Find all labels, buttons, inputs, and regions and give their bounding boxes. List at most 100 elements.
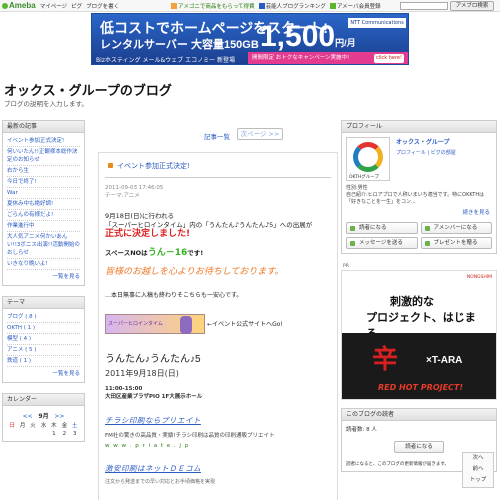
sidebar-ad[interactable]: NONGSHIM 刺激的な プロジェクト、はじまる。 辛 ×T-ARA RED … [341,270,497,400]
calendar-date[interactable]: 3 [70,430,80,438]
event-banner-image[interactable]: スーパーヒロインタイム [105,314,205,334]
recent-post-item[interactable]: 夏休み中も絶好調! [7,199,80,210]
ad-banner[interactable]: 低コストでホームページをスタート! レンタルサーバー 大容量150GB Bizホ… [91,13,409,65]
crown-icon [258,3,265,9]
blog-description: ブログの説明を入力します。 [4,100,88,108]
ad-headline-1: 刺激的な [390,296,434,308]
recent-posts-box: 最新の記事 イベント参加正式決定! 何いいたん!!正観様本総作決定のお知らせ 右… [2,120,85,286]
post-highlight-confirmed: 正式に決定しました! [105,229,191,239]
become-reader-button[interactable]: 読者になる [346,222,418,234]
price-value: 1,500 [260,20,336,53]
theme-item[interactable]: アニメ ( 5 ) [7,345,80,356]
readers-heading: このブログの読者 [342,409,496,421]
recent-post-item[interactable]: 何いいたん!!正観様本総作決定のお知らせ [7,147,80,166]
recent-post-item[interactable]: 今日で終了! [7,177,80,188]
blog-title[interactable]: オックス・グループのブログ [4,80,172,99]
theme-item[interactable]: ブログ ( 8 ) [7,312,80,323]
calendar-date [7,430,17,438]
calendar-date[interactable]: 1 [49,430,59,438]
become-amember-button[interactable]: アメンバーになる [420,222,492,234]
send-present-button[interactable]: プレゼントを贈る [420,237,492,249]
register-link[interactable]: アメーバ会員登録 [329,2,381,10]
calendar-weekday: 日 [9,423,15,429]
calendar-grid: 日 月 火 水 木 金 土 1 2 3 [7,422,80,438]
ameba-logo[interactable]: Ameba [2,1,36,10]
post-note: …本日無事に入稿も終わりそこちらも一安心です。 [105,292,243,299]
profile-links[interactable]: プロフィール | ピグの部屋 [396,149,492,156]
theme-item[interactable]: 模型 ( 4 ) [7,334,80,345]
post-title[interactable]: イベント参加正式決定! [105,159,331,178]
promo-link-2[interactable]: 芸能人ブログランキング [258,2,326,10]
event-link-row: スーパーヒロインタイム ←イベント公式サイトへGo! [105,314,331,334]
send-message-button[interactable]: メッセージを送る [346,237,418,249]
calendar-date[interactable]: 2 [59,430,69,438]
banner-price: 1,500円/月 [260,20,356,54]
profile-image[interactable]: OKTHグループ [346,137,390,181]
article-list-link[interactable]: 記事一覧 [204,131,230,141]
readers-become-reader-button[interactable]: 読者になる [394,441,444,453]
recent-post-item[interactable]: ごらんの有様だよ! [7,210,80,221]
campaign-text: 開間限定 おトクなキャンペーン実施中! [252,55,350,61]
floating-nav: 次へ 前へ トップ [462,452,494,488]
event-date: 2011年9月18日(日) [105,369,179,378]
post-body: 9月18日(日)に行われる 「スーパーヒロインタイム」内の「うんたん♪うんたん♪… [105,212,331,334]
ad-kara-logo: 辛 [372,345,399,375]
theme-heading: テーマ [3,297,84,309]
search-input[interactable] [400,2,448,10]
space-label: スペースNOは [105,249,148,257]
ad-description-2: 注文から発送までの早い対応とお手頃価格を実現 [105,479,216,485]
recent-post-item[interactable]: いきなり晩いよ! [7,259,80,270]
post-theme[interactable]: テーマ:アニメ [105,192,331,200]
recent-posts-more-link[interactable]: 一覧を見る [7,270,80,282]
calendar-box: カレンダー << 9月 >> 日 月 火 水 木 金 土 1 2 3 [2,393,85,442]
event-time: 11:00-15:00 [105,386,143,392]
write-blog-link[interactable]: ブログを書く [86,2,119,10]
profile-name[interactable]: オックス・グループ [396,137,492,146]
price-unit: 円/月 [335,38,356,48]
okth-logo-icon [353,142,383,172]
recent-post-item[interactable]: 大人気アニメ何かいあんい!!3ボニス出演!!活動開始のおしらせ [7,232,80,259]
click-here-button[interactable]: click here! [374,54,404,63]
brand-text: Ameba [9,1,36,10]
ad-red-hot-text: RED HOT PROJECT! [378,383,464,392]
sponsor-logo: NTT Communications [348,18,406,28]
recent-post-item[interactable]: イベント参加正式決定! [7,136,80,147]
left-sidebar: 最新の記事 イベント参加正式決定! 何いいたん!!正観様本総作決定のお知らせ 右… [2,120,85,452]
article-nav: 記事一覧 次ページ >> [92,120,338,141]
ameba-logo-icon [2,2,8,9]
recent-post-item[interactable]: 右から生 [7,166,80,177]
promo-text-1: アメゴニで商品をもらって得費 [178,3,255,10]
calendar-date [38,430,48,438]
next-button[interactable]: 次へ [463,453,493,464]
recent-post-item[interactable]: 作業進行中 [7,221,80,232]
calendar-month-row: << 9月 >> [7,411,80,420]
mypage-link[interactable]: マイページ [40,2,67,10]
profile-image-caption: OKTHグループ [349,175,380,180]
theme-more-link[interactable]: 一覧を見る [7,367,80,379]
ad-link-2[interactable]: 激安印刷はネットＤＥコム [105,463,331,474]
theme-item[interactable]: OKTH ( 1 ) [7,323,80,334]
profile-more-link[interactable]: 続きを見る [342,206,496,218]
next-page-button[interactable]: 次ページ >> [237,128,283,140]
pigg-link[interactable]: ピグ [71,2,82,10]
ad-link-1[interactable]: チラシ印刷ならプリエイト [105,415,331,426]
event-site-link[interactable]: ←イベント公式サイトへGo! [207,321,283,328]
post-paragraph-1: 9月18日(日)に行われる [105,212,175,220]
ad-url-1[interactable]: w w w . p r i a t e . j p [105,443,331,449]
theme-item[interactable]: 鉄道 ( 1 ) [7,356,80,367]
calendar-next-link[interactable]: >> [54,413,64,420]
event-name: うんたん♪うんたん♪5 [105,354,201,365]
recent-post-item[interactable]: War [7,188,80,199]
profile-description: 自己紹介:ヒロアプロで人称いまいち適当です。特にOKKTHは「好きなことを一生」… [346,192,485,205]
blog-post: イベント参加正式決定! 2011-09-03 17:46:05 テーマ:アニメ … [98,152,338,500]
ad-tara-text: ×T-ARA [426,355,463,366]
promo-link-1[interactable]: アメゴニで商品をもらって得費 [171,2,255,10]
calendar-weekday: 火 [30,423,36,429]
calendar-prev-link[interactable]: << [23,413,33,420]
recent-posts-heading: 最新の記事 [3,121,84,133]
search-button[interactable]: アメブロ検索 [450,1,494,11]
welcome-message: 皆様のお越しを心よりお待ちしております。 [105,267,284,277]
top-button[interactable]: トップ [463,475,493,486]
calendar-weekday: 木 [51,423,57,429]
prev-button[interactable]: 前へ [463,464,493,475]
